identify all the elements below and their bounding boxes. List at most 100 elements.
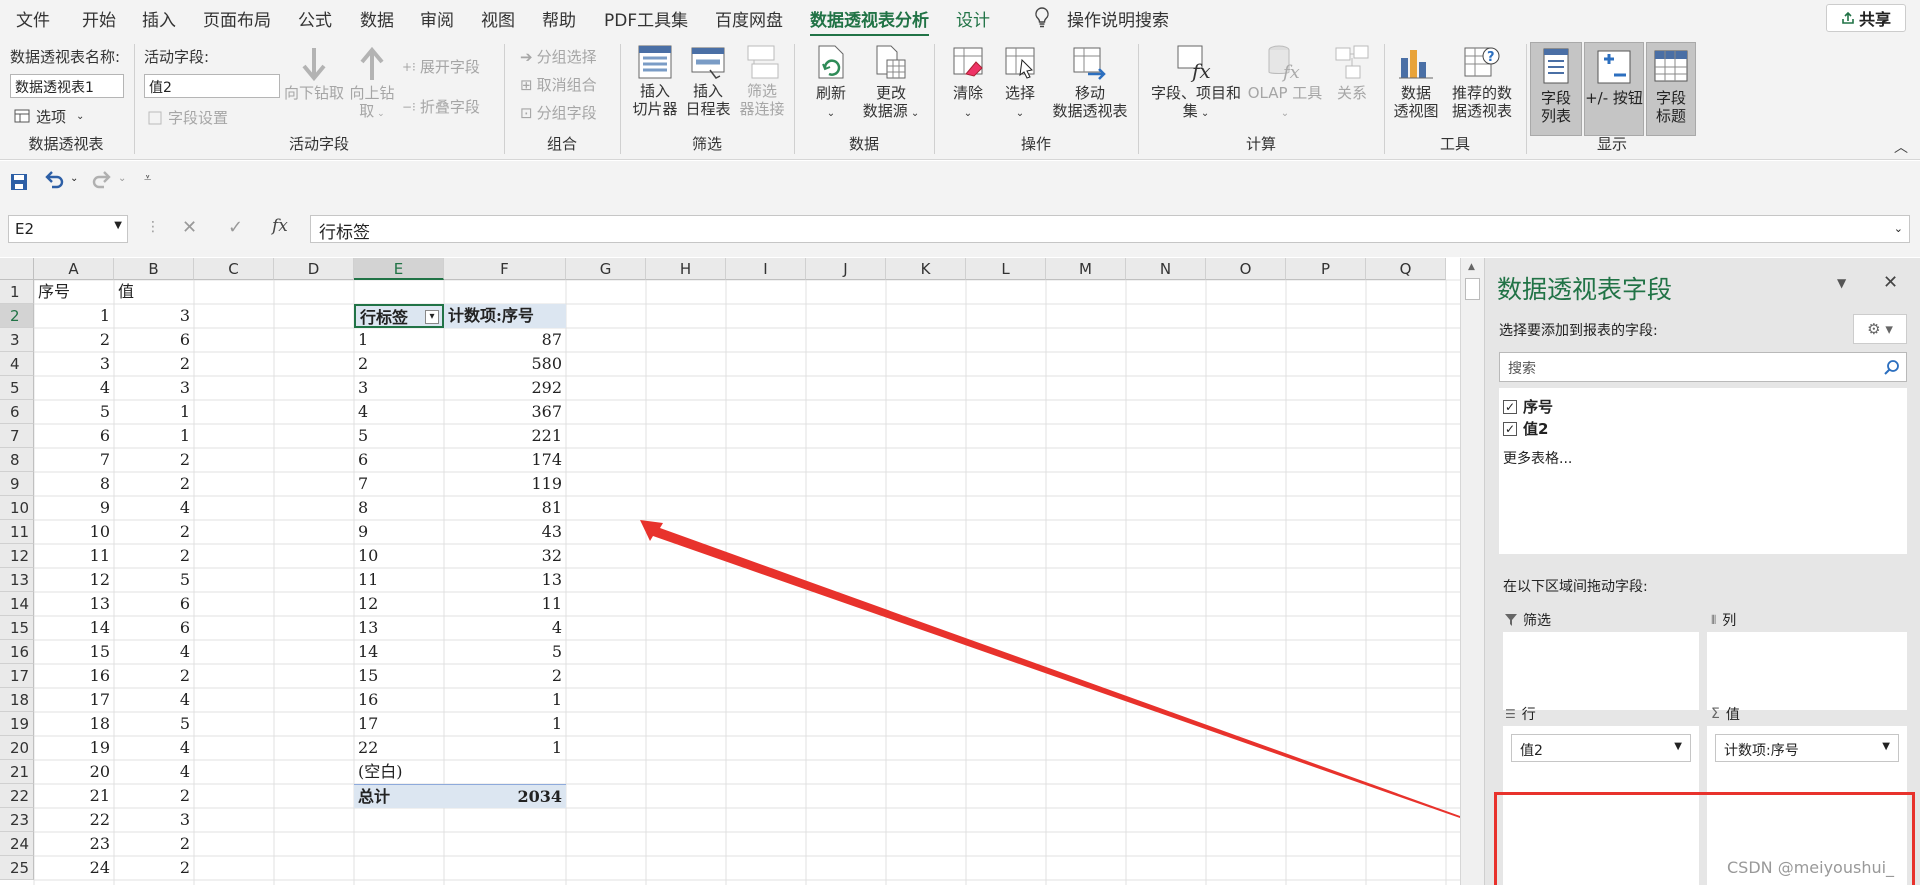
cell-b[interactable]: 2 [114,472,194,496]
row-header[interactable]: 9 [0,472,34,496]
undo-dropdown-icon[interactable]: ⌄ [70,173,78,184]
scroll-up-icon[interactable]: ▲ [1468,262,1475,272]
column-header[interactable]: O [1206,258,1286,280]
cell-b[interactable]: 2 [114,352,194,376]
pivot-row-label[interactable]: 17 [354,712,444,736]
enter-icon[interactable]: ✓ [228,217,243,238]
name-box[interactable]: E2 ▼ [8,215,128,243]
scroll-thumb[interactable] [1465,278,1480,300]
rows-field-item[interactable]: 值2 ▼ [1511,734,1691,762]
row-header[interactable]: 17 [0,664,34,688]
tab-design[interactable]: 设计 [956,6,990,31]
row-header[interactable]: 2 [0,304,34,328]
row-header[interactable]: 13 [0,568,34,592]
pivot-row-label[interactable]: 13 [354,616,444,640]
pivot-row-label[interactable]: 1 [354,328,444,352]
refresh-button[interactable]: 刷新 ⌄ [808,44,854,123]
row-header[interactable]: 8 [0,448,34,472]
pivot-row-label[interactable]: 10 [354,544,444,568]
tab-pivottable-analyze[interactable]: 数据透视表分析 [810,6,929,37]
row-header[interactable]: 1 [0,280,34,304]
change-source-button[interactable]: 更改 数据源 ⌄ [858,44,924,123]
cell-a[interactable]: 序号 [34,280,114,304]
cell-a[interactable]: 23 [34,832,114,856]
cell-b[interactable]: 4 [114,760,194,784]
fields-items-sets-button[interactable]: fx 字段、项目和集 ⌄ [1148,44,1244,123]
pivot-value[interactable]: 367 [444,400,566,424]
cell-a[interactable]: 3 [34,352,114,376]
cell-b[interactable]: 2 [114,832,194,856]
cell-a[interactable]: 8 [34,472,114,496]
field-checkbox-val2[interactable]: ✓ 值2 [1503,418,1548,439]
pivot-row-label[interactable]: 14 [354,640,444,664]
cell-a[interactable]: 9 [34,496,114,520]
cell-a[interactable]: 17 [34,688,114,712]
dropdown-arrow-icon[interactable]: ▼ [1674,741,1682,752]
cell-a[interactable]: 13 [34,592,114,616]
tab-formulas[interactable]: 公式 [298,6,332,31]
column-header[interactable]: F [444,258,566,280]
group-selection-button[interactable]: ➔ 分组选择 [520,46,597,67]
relationships-button[interactable]: 关系 [1326,44,1378,102]
pivot-value[interactable]: 1 [444,688,566,712]
cell-a[interactable]: 11 [34,544,114,568]
cell-b[interactable]: 6 [114,328,194,352]
redo-icon[interactable] [92,171,112,193]
clear-button[interactable]: 清除 ⌄ [946,44,990,123]
insert-function-icon[interactable]: fx [272,216,288,236]
tab-pdf-tools[interactable]: PDF工具集 [604,6,688,31]
row-header[interactable]: 15 [0,616,34,640]
cell-a[interactable]: 19 [34,736,114,760]
pivot-value[interactable] [444,760,566,784]
cell-a[interactable]: 22 [34,808,114,832]
cell-a[interactable]: 2 [34,328,114,352]
cell-b[interactable]: 3 [114,376,194,400]
splitter-icon[interactable]: ⋮ [146,219,160,235]
tab-view[interactable]: 视图 [481,6,515,31]
row-header[interactable]: 25 [0,856,34,880]
cell-b[interactable]: 2 [114,664,194,688]
more-tables-link[interactable]: 更多表格... [1503,448,1572,468]
pivot-value[interactable]: 221 [444,424,566,448]
column-header[interactable]: G [566,258,646,280]
cell-b[interactable]: 6 [114,616,194,640]
row-header[interactable]: 19 [0,712,34,736]
tab-review[interactable]: 审阅 [420,6,454,31]
row-header[interactable]: 10 [0,496,34,520]
row-header[interactable]: 12 [0,544,34,568]
column-header[interactable]: J [806,258,886,280]
cell-a[interactable]: 16 [34,664,114,688]
undo-icon[interactable] [44,171,64,193]
column-header[interactable]: N [1126,258,1206,280]
row-header[interactable]: 16 [0,640,34,664]
row-header[interactable]: 23 [0,808,34,832]
column-header[interactable]: I [726,258,806,280]
row-header[interactable]: 6 [0,400,34,424]
options-button[interactable]: 选项 ⌄ [14,106,84,127]
pane-options-chevron-icon[interactable]: ▼ [1837,276,1846,290]
recommended-pivottables-button[interactable]: ? 推荐的数 据透视表 [1442,44,1522,120]
cell-b[interactable]: 4 [114,736,194,760]
filters-area[interactable] [1503,632,1699,710]
cell-b[interactable]: 4 [114,640,194,664]
tab-home[interactable]: 开始 [82,6,116,31]
pivot-grand-total-value[interactable]: 2034 [444,784,566,808]
cell-b[interactable]: 2 [114,784,194,808]
vertical-scrollbar[interactable]: ▲ [1460,258,1484,885]
filter-dropdown-icon[interactable]: ▾ [425,310,439,324]
select-button[interactable]: 选择 ⌄ [998,44,1042,123]
pivot-row-label[interactable]: 9 [354,520,444,544]
cell-a[interactable]: 24 [34,856,114,880]
pivot-row-label[interactable]: 15 [354,664,444,688]
cancel-icon[interactable]: ✕ [182,217,197,238]
pivot-value[interactable]: 32 [444,544,566,568]
dropdown-arrow-icon[interactable]: ▼ [1882,741,1890,752]
cell-b[interactable]: 4 [114,688,194,712]
cell-a[interactable]: 18 [34,712,114,736]
row-header[interactable]: 22 [0,784,34,808]
column-header[interactable]: L [966,258,1046,280]
pivot-row-label[interactable]: 12 [354,592,444,616]
column-header[interactable]: Q [1366,258,1446,280]
cell-b[interactable]: 5 [114,712,194,736]
row-header[interactable]: 3 [0,328,34,352]
